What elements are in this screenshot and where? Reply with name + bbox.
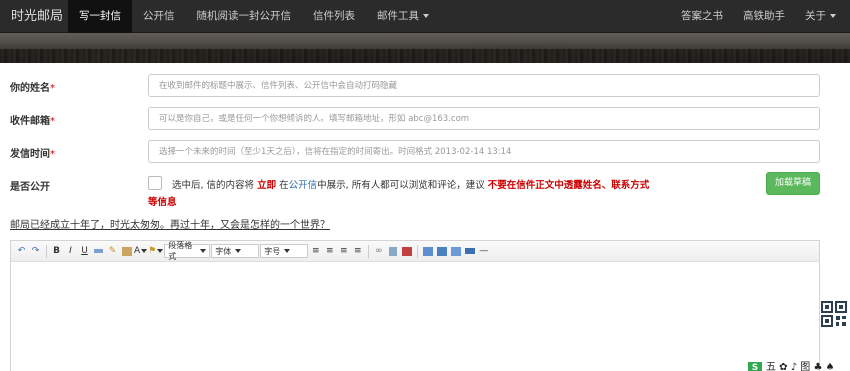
- align-right-icon[interactable]: ≡: [337, 243, 350, 259]
- public-text-warning-cont: 等信息: [148, 197, 177, 208]
- nav-book-of-answers[interactable]: 答案之书: [671, 0, 733, 33]
- unlink-icon[interactable]: [386, 243, 399, 259]
- name-label: 你的姓名*: [10, 79, 55, 94]
- undo-icon[interactable]: ↶: [15, 243, 28, 259]
- public-label: 是否公开: [10, 182, 50, 193]
- brand-mark-text: 五 ✿ ♪ 图 ♣ ♠: [766, 362, 835, 371]
- slogan-link[interactable]: 邮局已经成立十年了，时光太匆匆。再过十年，又会是怎样的一个世界？: [10, 216, 330, 231]
- toolbar-separator: [46, 244, 47, 258]
- align-center-icon[interactable]: ≡: [323, 243, 336, 259]
- toolbar-separator: [368, 244, 370, 258]
- public-text-part: 中展示, 所有人都可以浏览和评论，建议: [317, 180, 485, 191]
- format-brush-icon[interactable]: ✎: [106, 243, 119, 259]
- brand-logo[interactable]: 时光邮局: [11, 0, 63, 33]
- bold-button[interactable]: B: [50, 243, 63, 259]
- required-mark: *: [50, 149, 55, 160]
- rich-text-editor: ↶ ↷ B I U ✎ A ⚑ 段落格式 字体 字号 ≡ ≡ ≡ ≡ ∞ —: [10, 240, 820, 371]
- nav-public-letters[interactable]: 公开信: [132, 0, 186, 33]
- caret-down-icon: [157, 249, 164, 253]
- underline-button[interactable]: U: [78, 243, 91, 259]
- nav-letter-list[interactable]: 信件列表: [302, 0, 366, 33]
- header-banner-image: [0, 33, 850, 63]
- editor-toolbar: ↶ ↷ B I U ✎ A ⚑ 段落格式 字体 字号 ≡ ≡ ≡ ≡ ∞ —: [11, 241, 819, 262]
- font-family-select[interactable]: 字体: [211, 244, 260, 258]
- email-label-text: 收件邮箱: [10, 116, 50, 127]
- send-time-label: 发信时间*: [10, 145, 55, 160]
- nav-mail-tools-label: 邮件工具: [377, 10, 419, 22]
- banner-treeline: [0, 49, 850, 63]
- redo-icon[interactable]: ↷: [29, 243, 42, 259]
- public-letters-link[interactable]: 公开信: [289, 180, 318, 191]
- font-color-label: A: [134, 246, 141, 256]
- public-description: 选中后, 信的内容将 立即 在公开信中展示, 所有人都可以浏览和评论，建议 不要…: [172, 177, 752, 194]
- insert-row-icon[interactable]: [435, 243, 448, 259]
- main-nav: 写一封信 公开信 随机阅读一封公开信 信件列表 邮件工具: [68, 0, 440, 33]
- public-text-warning: 不要在信件正文中透露姓名、联系方式: [487, 180, 650, 191]
- caret-down-icon: [423, 14, 429, 18]
- nav-about[interactable]: 关于: [795, 0, 846, 33]
- font-size-select[interactable]: 字号: [260, 244, 309, 258]
- horizontal-rule-button[interactable]: —: [477, 243, 490, 259]
- send-time-label-text: 发信时间: [10, 149, 50, 160]
- qr-code-icon[interactable]: [821, 301, 847, 327]
- name-label-text: 你的姓名: [10, 83, 50, 94]
- top-navbar: 时光邮局 写一封信 公开信 随机阅读一封公开信 信件列表 邮件工具 答案之书 高…: [0, 0, 850, 33]
- caret-down-icon: [141, 249, 148, 253]
- public-text-part: 在: [279, 180, 289, 191]
- paste-icon[interactable]: [120, 243, 133, 259]
- toolbar-separator: [417, 244, 419, 258]
- public-text-immediate: 立即: [257, 180, 277, 191]
- delete-table-icon[interactable]: [463, 243, 476, 259]
- align-left-icon[interactable]: ≡: [309, 243, 322, 259]
- paragraph-format-select[interactable]: 段落格式: [164, 241, 211, 261]
- required-mark: *: [50, 83, 55, 94]
- nav-random-letter[interactable]: 随机阅读一封公开信: [186, 0, 303, 33]
- send-time-input[interactable]: [148, 140, 820, 163]
- brand-s-logo: S: [748, 362, 762, 371]
- editor-content-area[interactable]: [11, 262, 819, 371]
- italic-button[interactable]: I: [64, 243, 77, 259]
- public-text-part: 选中后, 信的内容将: [172, 180, 255, 191]
- strikethrough-icon[interactable]: [92, 243, 105, 259]
- public-checkbox[interactable]: [148, 176, 162, 190]
- highlight-color-icon[interactable]: ⚑: [148, 243, 164, 259]
- right-nav: 答案之书 高铁助手 关于: [671, 0, 846, 33]
- image-icon[interactable]: [400, 243, 413, 259]
- nav-write-letter[interactable]: 写一封信: [68, 0, 132, 33]
- insert-column-icon[interactable]: [449, 243, 462, 259]
- name-input[interactable]: [148, 74, 820, 97]
- bottom-brand-mark: S 五 ✿ ♪ 图 ♣ ♠: [748, 358, 848, 371]
- caret-down-icon: [830, 14, 836, 18]
- email-input[interactable]: [148, 107, 820, 130]
- nav-about-label: 关于: [805, 10, 826, 22]
- align-justify-icon[interactable]: ≡: [351, 243, 364, 259]
- font-color-button[interactable]: A: [134, 243, 148, 259]
- load-draft-button[interactable]: 加载草稿: [766, 172, 820, 195]
- required-mark: *: [50, 116, 55, 127]
- link-icon[interactable]: ∞: [372, 243, 385, 259]
- nav-mail-tools[interactable]: 邮件工具: [366, 0, 440, 33]
- table-icon[interactable]: [421, 243, 434, 259]
- nav-rail-helper[interactable]: 高铁助手: [733, 0, 795, 33]
- email-label: 收件邮箱*: [10, 112, 55, 127]
